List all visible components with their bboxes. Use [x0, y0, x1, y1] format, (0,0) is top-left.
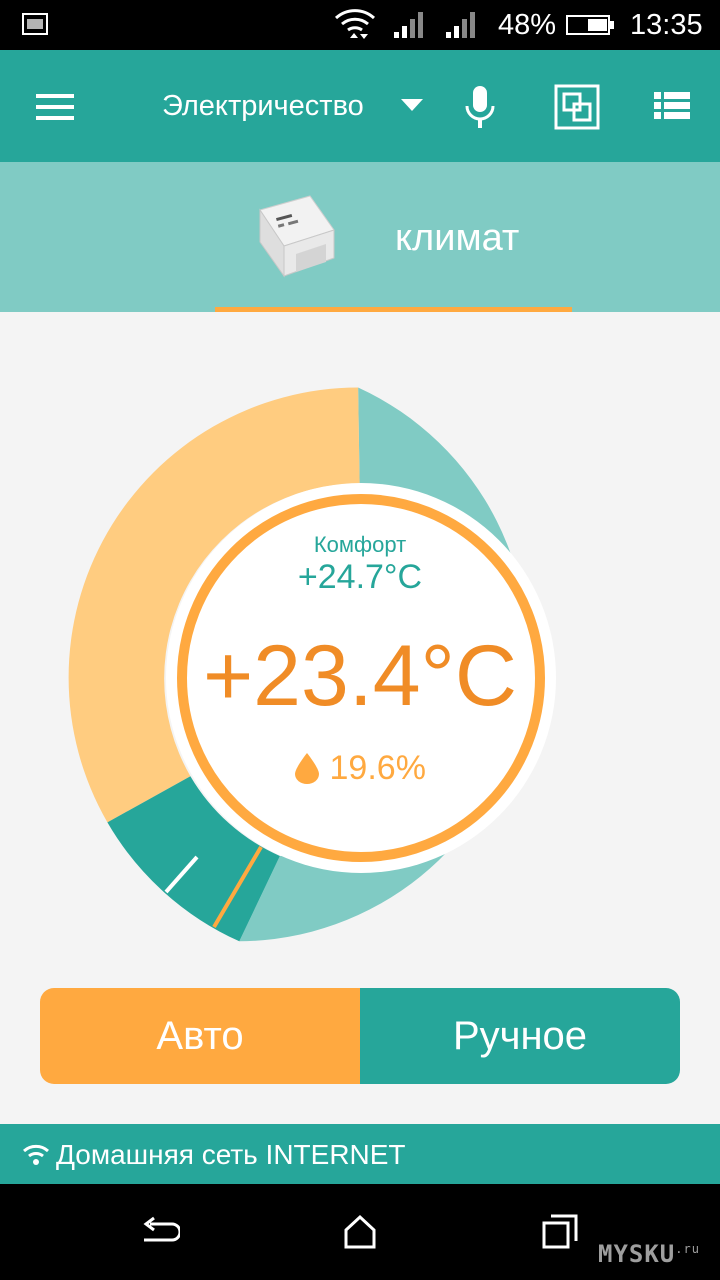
battery-percent: 48% [498, 9, 557, 41]
humidity-value: 19.6% [329, 749, 426, 788]
mode-toggle: Авто Ручное [40, 988, 680, 1084]
wifi-icon [23, 1144, 49, 1165]
manual-mode-button[interactable]: Ручное [360, 988, 680, 1084]
home-icon[interactable] [342, 1214, 378, 1250]
network-name: Домашняя сеть INTERNET [56, 1139, 406, 1170]
relay-device-icon[interactable] [254, 192, 338, 282]
mic-icon[interactable] [464, 86, 496, 128]
room-selector[interactable]: Электричество [162, 88, 364, 124]
back-icon[interactable] [140, 1216, 180, 1250]
menu-icon[interactable] [36, 92, 76, 122]
auto-mode-button[interactable]: Авто [40, 988, 360, 1084]
tab-climate-label[interactable]: климат [395, 216, 519, 260]
wifi-icon [334, 9, 376, 39]
scene-icon[interactable] [554, 84, 600, 130]
water-drop-icon [295, 753, 320, 785]
comfort-label: Комфорт [313, 532, 407, 557]
signal-icon [394, 12, 423, 38]
watermark: MYSKU.ru [598, 1240, 700, 1268]
current-temperature: +23.4°C [202, 628, 518, 724]
status-bar: 48% 13:35 [0, 0, 720, 50]
device-tab-bar: климат [0, 162, 720, 312]
battery-icon [566, 15, 614, 35]
comfort-temperature: +24.7°C [297, 558, 423, 596]
signal-icon [446, 12, 475, 38]
humidity-row: 19.6% [160, 746, 560, 788]
screenshot-icon [22, 13, 48, 35]
dropdown-icon[interactable] [400, 98, 424, 112]
list-icon[interactable] [654, 90, 690, 122]
network-status-bar: Домашняя сеть INTERNET [0, 1124, 720, 1184]
clock: 13:35 [630, 9, 703, 41]
recents-icon[interactable] [542, 1214, 578, 1250]
app-bar: Электричество [0, 50, 720, 162]
